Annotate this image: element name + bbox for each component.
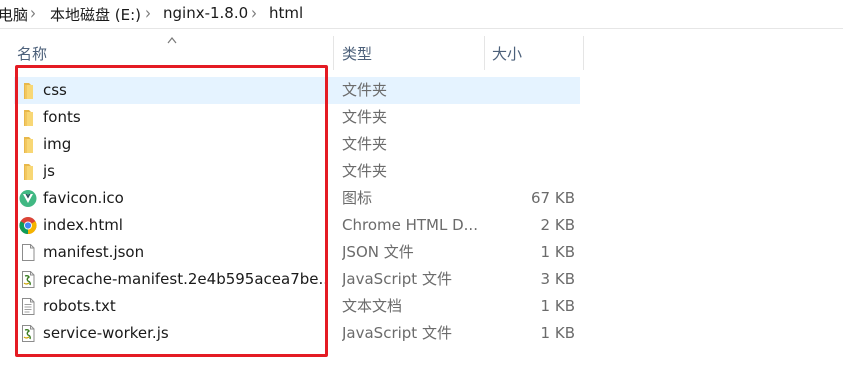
- breadcrumb-item-html[interactable]: html: [269, 4, 303, 22]
- chrome-icon: [19, 217, 37, 235]
- file-size: 1 KB: [540, 297, 575, 315]
- file-size: 1 KB: [540, 243, 575, 261]
- file-name: manifest.json: [43, 243, 145, 261]
- column-divider[interactable]: [333, 36, 334, 70]
- file-row-manifest-json[interactable]: manifest.json JSON 文件 1 KB: [14, 239, 580, 266]
- chevron-right-icon[interactable]: ›: [251, 2, 257, 24]
- column-header-bar: 名称 类型 大小: [0, 36, 843, 70]
- folder-icon: [24, 110, 33, 126]
- file-size: [494, 77, 575, 104]
- file-type: JavaScript 文件: [342, 324, 452, 342]
- file-name: css: [43, 81, 67, 99]
- breadcrumb: 电脑 › 本地磁盘 (E:) › nginx-1.8.0 › html: [0, 0, 843, 29]
- file-name: precache-manifest.2e4b595acea7be...: [43, 270, 325, 288]
- vue-logo-icon: [19, 190, 37, 207]
- file-type: Chrome HTML D...: [342, 216, 478, 234]
- file-size: [494, 104, 575, 131]
- file-type: 文件夹: [342, 162, 388, 180]
- file-size: 67 KB: [531, 189, 575, 207]
- column-divider[interactable]: [583, 36, 584, 70]
- script-file-icon: [22, 271, 35, 288]
- file-size: [494, 131, 575, 158]
- file-row-fonts[interactable]: fonts 文件夹: [14, 104, 580, 131]
- chevron-right-icon[interactable]: ›: [145, 2, 151, 24]
- file-type: 文件夹: [342, 135, 388, 153]
- file-name: robots.txt: [43, 297, 116, 315]
- file-name: fonts: [43, 108, 81, 126]
- column-header-type-label: 类型: [342, 44, 373, 63]
- folder-icon: [24, 83, 33, 99]
- text-file-icon: [22, 298, 35, 315]
- file-name: img: [43, 135, 72, 153]
- chevron-right-icon[interactable]: ›: [30, 2, 36, 24]
- file-row-favicon[interactable]: favicon.ico 图标 67 KB: [14, 185, 580, 212]
- file-name: favicon.ico: [43, 189, 124, 207]
- column-header-type[interactable]: 类型: [342, 36, 482, 70]
- file-size: 2 KB: [540, 216, 575, 234]
- folder-icon: [24, 164, 33, 180]
- file-row-css[interactable]: css 文件夹: [14, 77, 580, 104]
- file-row-service-worker[interactable]: service-worker.js JavaScript 文件 1 KB: [14, 320, 580, 347]
- column-header-name-label: 名称: [17, 44, 48, 63]
- file-row-js[interactable]: js 文件夹: [14, 158, 580, 185]
- file-size: 3 KB: [540, 270, 575, 288]
- file-size: 1 KB: [540, 324, 575, 342]
- column-header-size[interactable]: 大小: [492, 36, 582, 70]
- file-name: js: [43, 162, 55, 180]
- file-row-index-html[interactable]: index.html Chrome HTML D... 2 KB: [14, 212, 580, 239]
- folder-icon: [24, 137, 33, 153]
- column-header-size-label: 大小: [492, 44, 523, 63]
- file-type: 文本文档: [342, 297, 403, 315]
- breadcrumb-item-this-pc[interactable]: 电脑: [0, 4, 28, 25]
- file-type: 文件夹: [342, 108, 388, 126]
- file-row-img[interactable]: img 文件夹: [14, 131, 580, 158]
- blank-file-icon: [22, 244, 35, 261]
- script-file-icon: [22, 325, 35, 342]
- file-type: 文件夹: [342, 81, 388, 99]
- file-name: index.html: [43, 216, 123, 234]
- file-size: [494, 158, 575, 185]
- column-header-name[interactable]: 名称: [17, 36, 332, 70]
- breadcrumb-item-local-disk[interactable]: 本地磁盘 (E:): [50, 4, 141, 25]
- file-row-precache-manifest[interactable]: precache-manifest.2e4b595acea7be... Java…: [14, 266, 580, 293]
- file-row-robots-txt[interactable]: robots.txt 文本文档 1 KB: [14, 293, 580, 320]
- file-type: JavaScript 文件: [342, 270, 452, 288]
- file-type: 图标: [342, 189, 373, 207]
- file-type: JSON 文件: [342, 243, 414, 261]
- breadcrumb-item-nginx[interactable]: nginx-1.8.0: [163, 4, 248, 22]
- column-divider[interactable]: [484, 36, 485, 70]
- file-name: service-worker.js: [43, 324, 169, 342]
